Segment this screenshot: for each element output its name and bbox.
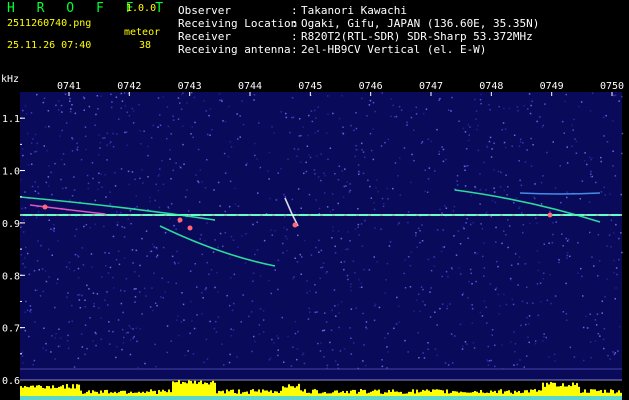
x-tick-label: 0744 bbox=[238, 81, 262, 92]
x-tick-label: 0750 bbox=[600, 81, 624, 92]
spectrogram-plot: 1.1 1.0 0.9 0.8 0.7 0.6 0741 0742 0743 0744 0745 07… bbox=[0, 72, 629, 400]
plot-background bbox=[20, 92, 622, 380]
info-row-location: Receiving Location: Ogaki, Gifu, JAPAN (1… bbox=[178, 17, 540, 30]
timestamp: 25.11.26 07:40 bbox=[7, 40, 92, 51]
x-tick-label: 0747 bbox=[419, 81, 443, 92]
x-tick-label: 0745 bbox=[298, 81, 322, 92]
x-tick-label: 0746 bbox=[359, 81, 383, 92]
y-tick-label: 0.7 bbox=[2, 324, 20, 335]
meteor-label: meteor bbox=[124, 27, 161, 38]
x-tick-label: 0743 bbox=[178, 81, 202, 92]
y-tick-label: 1.1 bbox=[2, 114, 20, 125]
header-panel: H R O F F T 1.0.0 2511260740.png meteor … bbox=[0, 0, 629, 72]
info-row-antenna: Receiving antenna: 2el-HB9CV Vertical (el… bbox=[178, 43, 487, 56]
echo-spot bbox=[187, 225, 193, 231]
histogram-base bbox=[20, 396, 622, 400]
y-tick-label: 1.0 bbox=[2, 167, 20, 178]
x-tick-label: 0741 bbox=[57, 81, 81, 92]
app-version: 1.0.0 bbox=[126, 3, 157, 14]
echo-spot bbox=[292, 222, 298, 228]
y-tick-label: 0.9 bbox=[2, 219, 20, 230]
echo-spot bbox=[177, 217, 183, 223]
y-axis-unit: kHz bbox=[1, 74, 20, 85]
file-name: 2511260740.png bbox=[7, 18, 92, 29]
info-row-observer: Observer: Takanori Kawachi bbox=[178, 4, 407, 17]
x-tick-label: 0742 bbox=[117, 81, 141, 92]
x-tick-label: 0749 bbox=[540, 81, 564, 92]
y-tick-label: 0.8 bbox=[2, 271, 20, 282]
station-info: Observer: Takanori Kawachi Receiving Loca… bbox=[178, 4, 539, 56]
meteor-count: 38 bbox=[138, 40, 151, 51]
echo-spot bbox=[547, 212, 553, 218]
info-row-receiver: Receiver: R820T2(RTL-SDR) SDR-Sharp 53.37… bbox=[178, 30, 533, 43]
x-tick-label: 0748 bbox=[479, 81, 503, 92]
echo-spot bbox=[42, 204, 48, 210]
y-tick-label: 0.6 bbox=[2, 376, 20, 387]
